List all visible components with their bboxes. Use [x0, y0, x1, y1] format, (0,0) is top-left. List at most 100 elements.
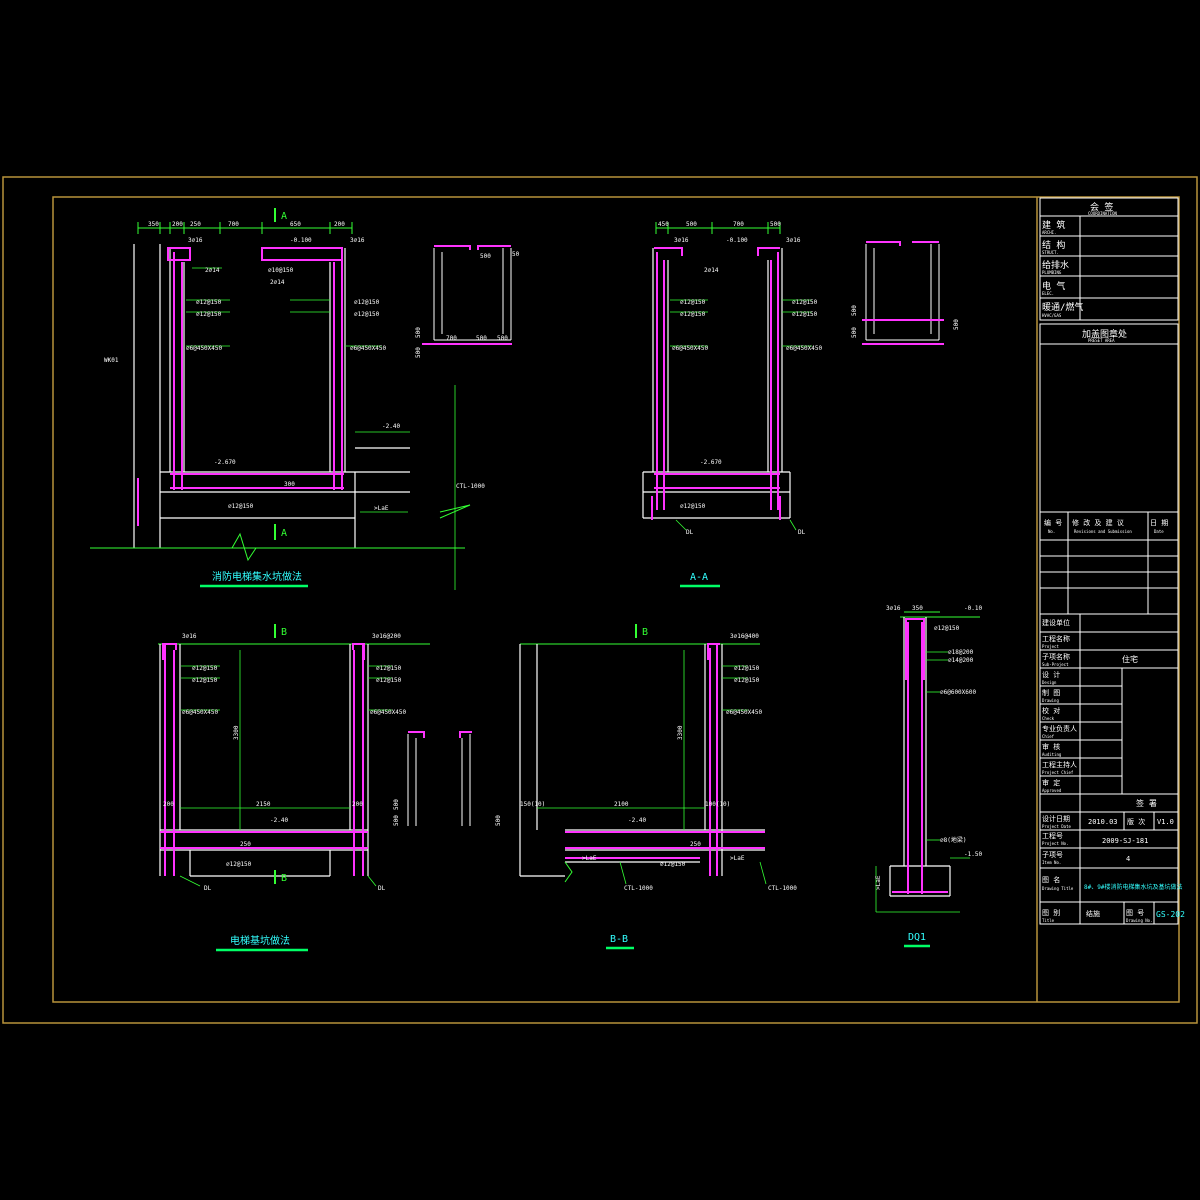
dim-label: 350 [148, 221, 159, 228]
elevation-label: -2.670 [700, 459, 722, 466]
drawing-title-label-en: Drawing Title [1042, 886, 1074, 891]
sub-project-value: 住宅 [1122, 654, 1138, 664]
row-label: 制 图 [1042, 688, 1060, 697]
row-label-en: Chief [1042, 734, 1055, 739]
cad-drawing-sheet: A A 350 200 250 700 650 200 -0.100 3⌀16 … [0, 0, 1200, 1200]
seal-label: 签 署 [1136, 798, 1157, 808]
dim-label: 700 [733, 221, 744, 228]
dim-label: 3300 [233, 725, 240, 740]
elevation-label: -1.50 [964, 851, 982, 858]
dim-label: 500 [476, 335, 487, 342]
rebar-label: ⌀12@150 [354, 311, 380, 318]
drawing-no-label: 图 别 [1042, 908, 1060, 917]
row-label-en: Sub-Project [1042, 662, 1069, 667]
depth-label: 250 [690, 841, 701, 848]
section-mark-b-top: B [281, 627, 287, 638]
dl-label: DL [686, 529, 694, 536]
rebar-label: ⌀12@150 [792, 311, 818, 318]
row-label: 子项名称 [1042, 652, 1070, 661]
row-label-en: Project Chief [1042, 770, 1074, 775]
elevation-label: -2.40 [270, 817, 288, 824]
depth-label: 300 [284, 481, 295, 488]
lae-label: >LaE [374, 505, 389, 512]
rebar-label: ⌀12@150 [734, 665, 760, 672]
row-label-en: Project [1042, 644, 1059, 649]
dim-label: 2100 [614, 801, 629, 808]
dim-label: 100(10) [705, 801, 730, 808]
dim-label: 500 [393, 799, 400, 810]
dim-label: 650 [290, 221, 301, 228]
sign-row-label-en: ELEC. [1042, 291, 1054, 296]
dim-label: 500 [851, 305, 858, 316]
rebar-label: 3⌀16 [182, 633, 197, 640]
row-label: 专业负责人 [1042, 724, 1077, 733]
dl-label: DL [204, 885, 212, 892]
rebar-label: ⌀6@450X450 [182, 709, 219, 716]
dim-label: 250 [190, 221, 201, 228]
revision-header: 日 期 [1150, 519, 1168, 527]
row-label-en: Drawing [1042, 698, 1059, 703]
rebar-label: 2⌀14 [704, 267, 719, 274]
rebar-label: ⌀6@450X450 [672, 345, 709, 352]
drawing-title: 电梯基坑做法 [230, 934, 290, 947]
elevation-label: -0.10 [964, 605, 982, 612]
version: V1.0 [1157, 818, 1174, 826]
elevation-label: -0.100 [290, 237, 312, 244]
dim-label: 350 [912, 605, 923, 612]
rebar-label: ⌀6@450X450 [786, 345, 823, 352]
rebar-label: ⌀12@150 [192, 665, 218, 672]
subitem-no-label: 子项号 [1042, 851, 1063, 859]
rebar-label: ⌀18@200 [948, 649, 974, 656]
drawing-title: A-A [690, 572, 708, 583]
rebar-label: ⌀6@600X600 [940, 689, 977, 696]
lae-label: >LaE [582, 855, 597, 862]
drawing-no-label2-en: Drawing No. [1126, 918, 1153, 923]
dim-label: 500 [495, 815, 502, 826]
project-no-label: 工程号 [1042, 831, 1063, 840]
dim-label: 150(10) [520, 801, 545, 808]
drawing-no: GS-202 [1156, 910, 1185, 919]
ctl-label: CTL-1000 [456, 483, 485, 490]
rebar-label: 3⌀16 [786, 237, 801, 244]
row-label-en: Approved [1042, 788, 1062, 793]
dim-label: 3300 [677, 725, 684, 740]
rebar-label: ⌀12@150 [734, 677, 760, 684]
dim-label: 50 [512, 251, 520, 258]
sign-header-en: COORDINATION [1088, 211, 1117, 216]
drawing-title-label: 图 名 [1042, 875, 1060, 884]
dim-label: 500 [415, 327, 422, 338]
design-date-label-en: Project Date [1042, 824, 1071, 829]
depth-label: 250 [240, 841, 251, 848]
rebar-label: 2⌀14 [205, 267, 220, 274]
rebar-label: 3⌀16@200 [372, 633, 401, 640]
row-label: 审 定 [1042, 778, 1060, 787]
revision-header-en: Date [1154, 529, 1164, 534]
dim-label: 500 [393, 815, 400, 826]
rebar-label: ⌀12@150 [376, 677, 402, 684]
sign-row-label-en: STRUCT. [1042, 250, 1059, 255]
rebar-label: ⌀12@150 [680, 503, 706, 510]
rebar-label: ⌀6@450X450 [350, 345, 387, 352]
rebar-label: ⌀12@150 [680, 311, 706, 318]
revision-header: 编 号 [1044, 518, 1062, 527]
rebar-label: 3⌀16 [350, 237, 365, 244]
dl-label: DL [798, 529, 806, 536]
dim-label: 500 [480, 253, 491, 260]
elevation-label: -2.670 [214, 459, 236, 466]
design-date: 2010.03 [1088, 818, 1118, 826]
dim-label: 200 [163, 801, 174, 808]
rebar-label: 3⌀16 [188, 237, 203, 244]
rebar-label: ⌀12@150 [660, 861, 686, 868]
rebar-label: ⌀14@200 [948, 657, 974, 664]
drawing-title: B-B [610, 934, 628, 945]
subitem-no: 4 [1126, 855, 1130, 863]
row-label-en: Design [1042, 680, 1057, 685]
dim-label: 500 [770, 221, 781, 228]
rebar-label: ⌀12@150 [680, 299, 706, 306]
rebar-label: 2⌀14 [270, 279, 285, 286]
section-mark-a-top: A [281, 211, 287, 222]
rebar-label: 3⌀16 [674, 237, 689, 244]
stamp-area-label-en: PRESET AREA [1088, 338, 1115, 343]
rebar-label: ⌀10@150 [268, 267, 294, 274]
lae-label: >LaE [730, 855, 745, 862]
